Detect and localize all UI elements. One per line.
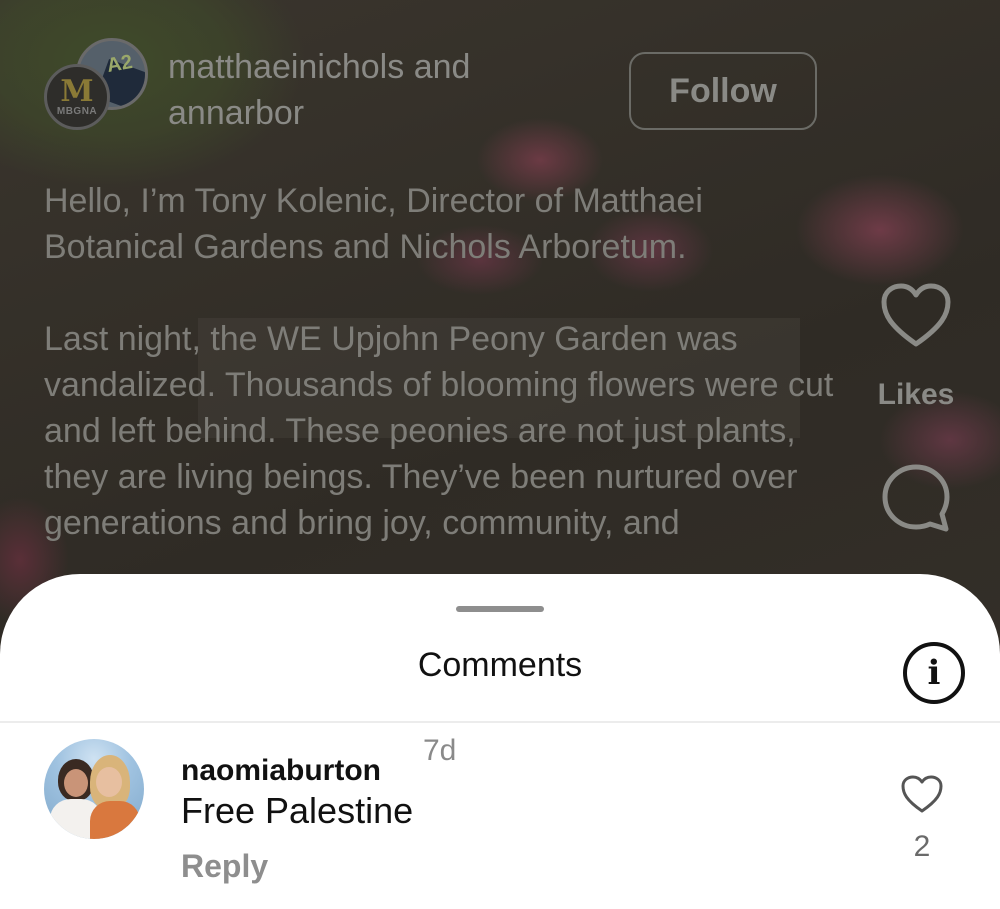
comment-text: Free Palestine <box>181 790 414 831</box>
comment-timestamp: 7d <box>423 734 457 767</box>
commenter-avatar[interactable] <box>44 739 144 839</box>
sheet-drag-handle[interactable] <box>456 606 544 612</box>
avatar-front-subtext: MBGNA <box>56 105 98 117</box>
avatar-front-letter: M <box>60 73 94 109</box>
comment-like-count: 2 <box>913 830 931 863</box>
avatar-back-text: A2 <box>105 50 135 78</box>
follow-button[interactable]: Follow <box>629 52 817 130</box>
post-caption[interactable]: Hello, I’m Tony Kolenic, Director of Mat… <box>44 178 844 546</box>
divider <box>0 721 1000 723</box>
comments-title: Comments <box>417 646 583 684</box>
author-connector: and <box>413 48 471 86</box>
likes-label[interactable]: Likes <box>866 378 966 412</box>
caption-paragraph-2: Last night, the WE Upjohn Peony Garden w… <box>44 320 834 542</box>
info-symbol: i <box>927 653 941 693</box>
info-icon[interactable]: i <box>903 642 965 704</box>
heart-icon[interactable] <box>880 282 952 350</box>
matthaeinichols-avatar[interactable]: M MBGNA <box>44 64 110 130</box>
comment-bubble-icon[interactable] <box>880 462 952 534</box>
comment-username[interactable]: naomiaburton <box>181 754 381 788</box>
author-primary-link[interactable]: matthaeinichols <box>168 48 404 86</box>
reply-button[interactable]: Reply <box>181 848 268 885</box>
heart-icon[interactable] <box>900 774 944 814</box>
post-author-avatars[interactable]: A2 M MBGNA <box>44 38 148 130</box>
post-author-names: matthaeinichols and annarbor <box>168 44 588 136</box>
caption-paragraph-1: Hello, I’m Tony Kolenic, Director of Mat… <box>44 182 703 266</box>
comments-sheet: Comments i naomiaburton 7d Free Palestin… <box>0 574 1000 909</box>
author-secondary-link[interactable]: annarbor <box>168 94 304 132</box>
